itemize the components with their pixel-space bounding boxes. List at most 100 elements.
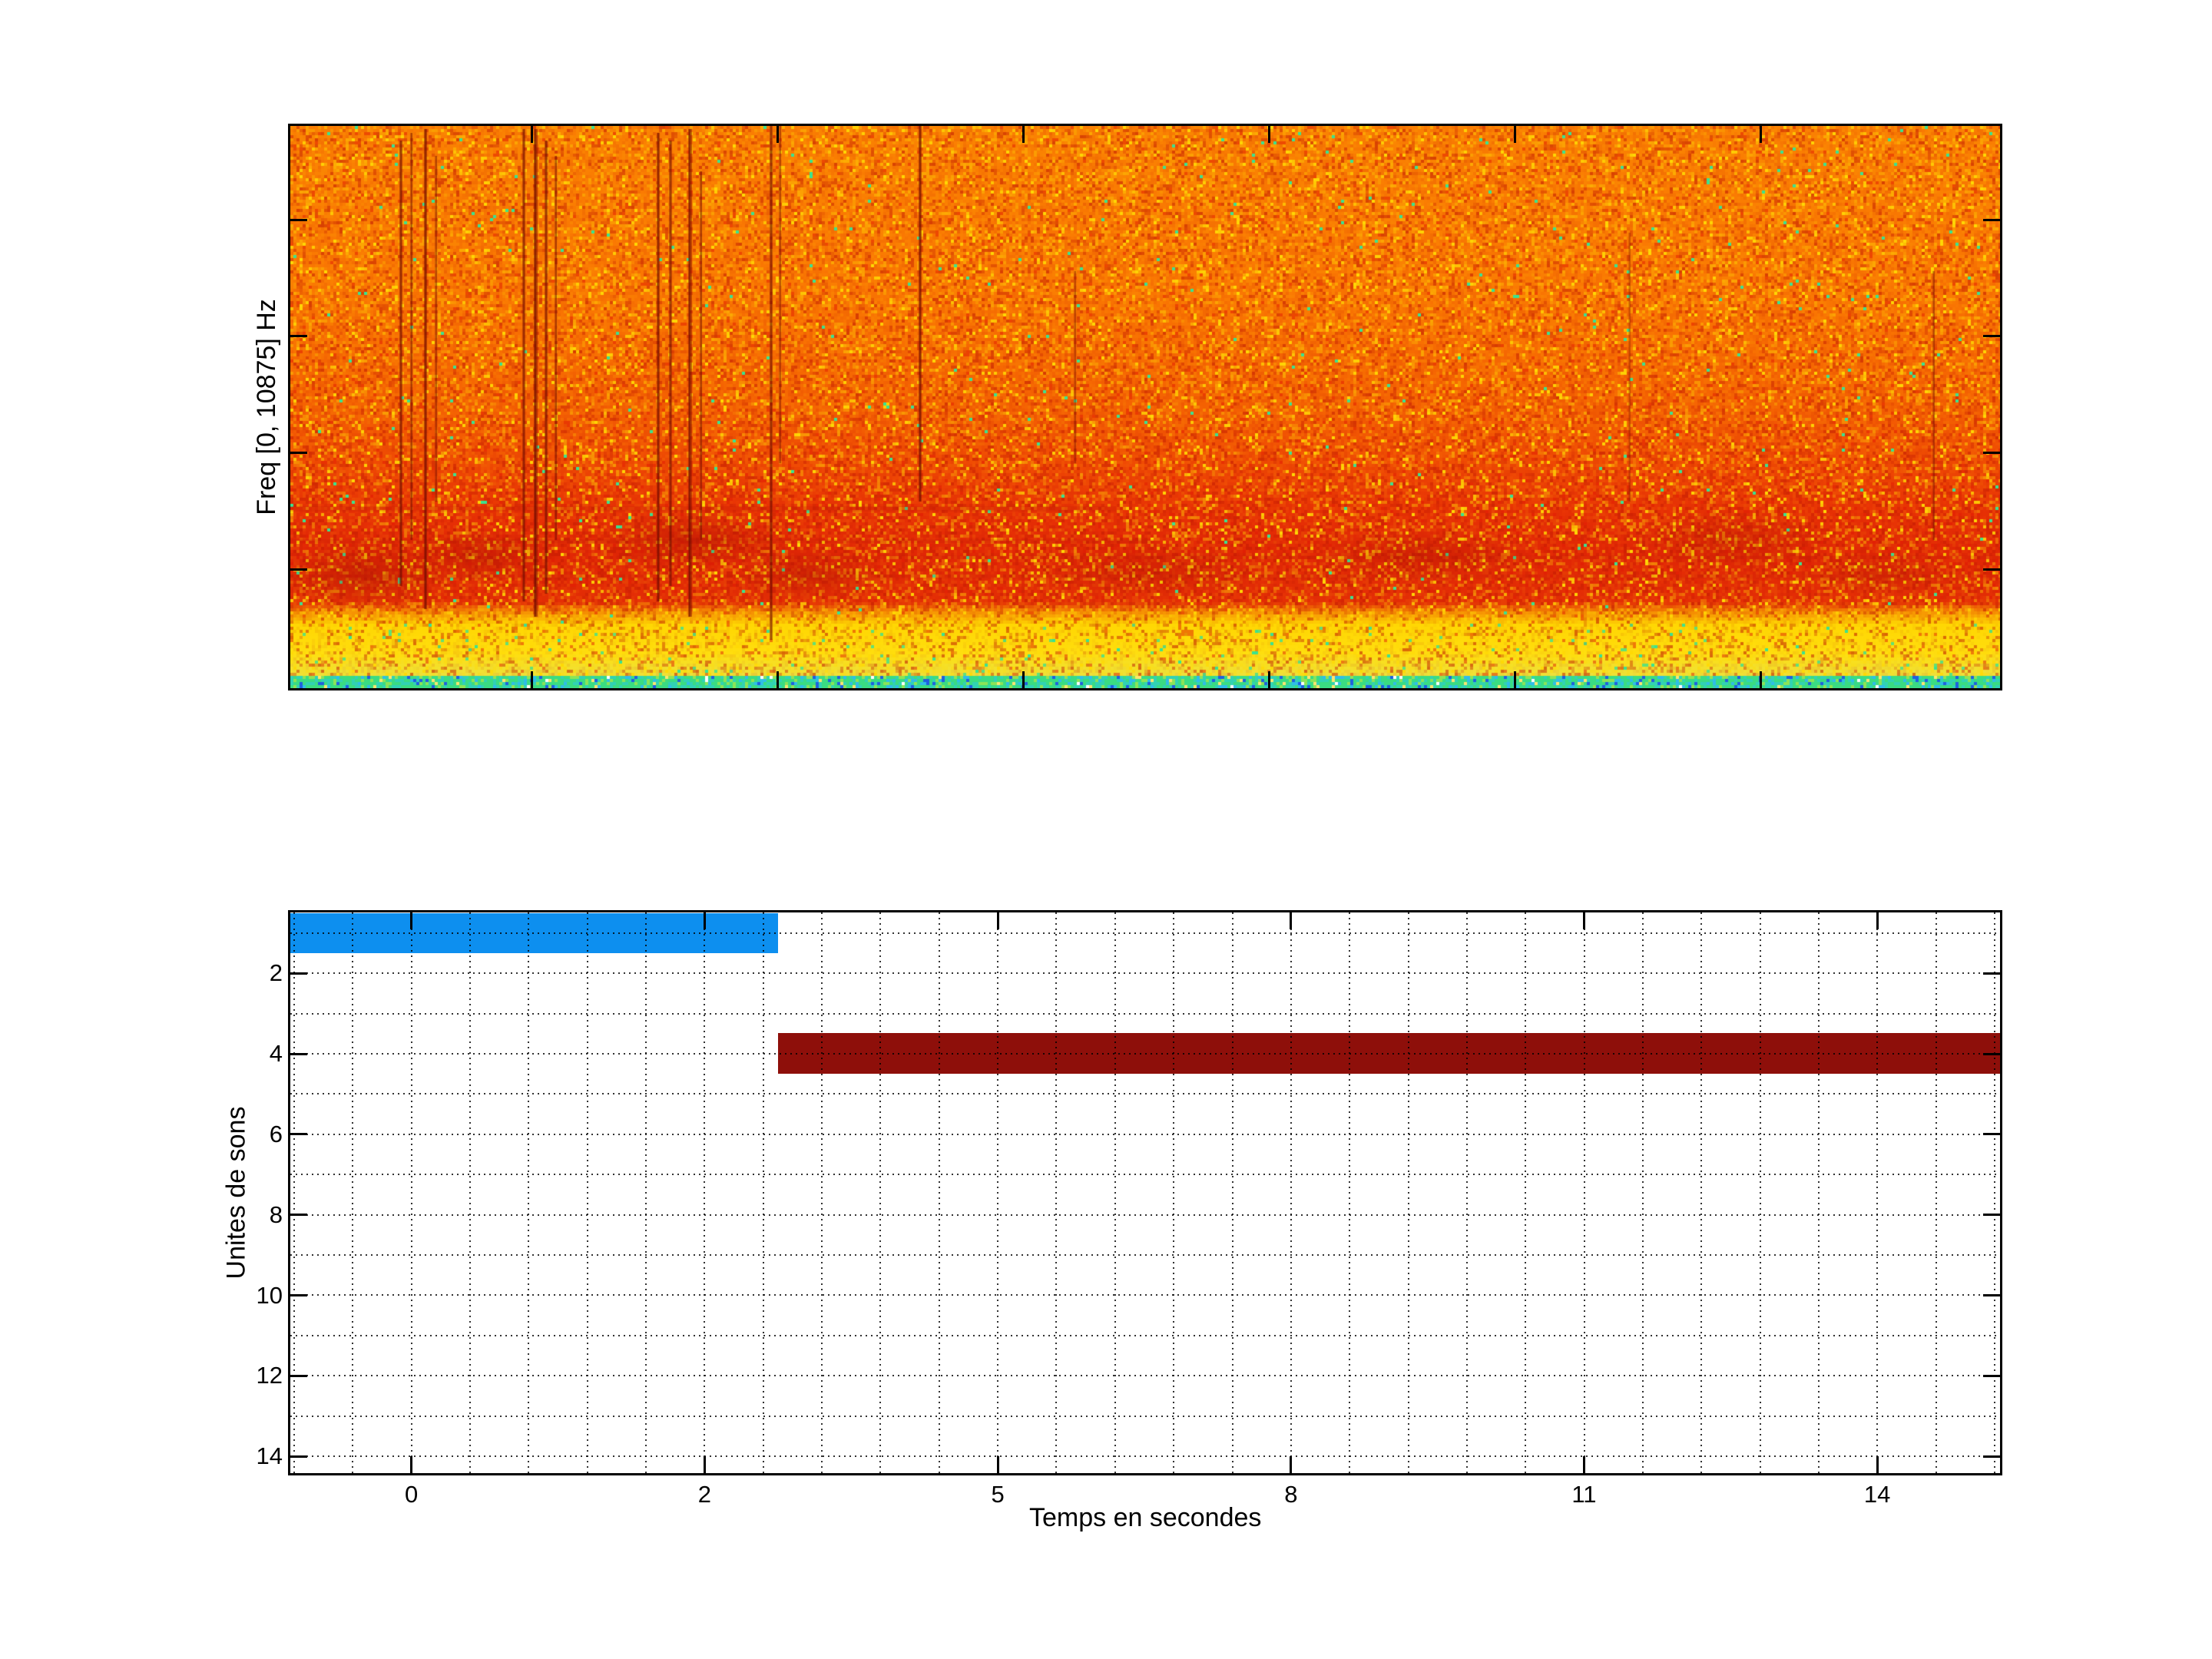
y-tick-label: 4 [269, 1040, 283, 1068]
vertical-gridline [1465, 912, 1468, 1473]
x-tick-mark [1290, 1456, 1293, 1473]
x-tick-mark [1514, 126, 1517, 143]
vertical-gridline [1641, 912, 1644, 1473]
vertical-gridline [1173, 912, 1175, 1473]
vertical-gridline [469, 912, 471, 1473]
x-tick-mark [1290, 912, 1293, 929]
vertical-gridline [1818, 912, 1820, 1473]
horizontal-gridline [290, 1174, 2000, 1176]
y-tick-label: 14 [256, 1442, 283, 1470]
horizontal-gridline [290, 1214, 2000, 1216]
x-tick-mark [1760, 671, 1763, 688]
vertical-gridline [293, 912, 295, 1473]
horizontal-gridline [290, 1093, 2000, 1095]
x-tick-mark [703, 912, 706, 929]
y-tick-label: 10 [256, 1281, 283, 1309]
y-tick-mark [1983, 972, 2000, 975]
y-tick-mark [290, 335, 307, 338]
y-tick-label: 6 [269, 1120, 283, 1147]
vertical-gridline [1290, 912, 1292, 1473]
y-tick-mark [290, 452, 307, 454]
vertical-gridline [1935, 912, 1937, 1473]
matlab-figure: Freq [0, 10875] Hz Unites de sons Temps … [0, 0, 2212, 1659]
x-tick-label: 14 [1863, 1481, 1891, 1508]
x-tick-mark [776, 126, 779, 143]
y-tick-mark [1983, 218, 2000, 221]
x-tick-mark [530, 671, 533, 688]
y-tick-mark [1983, 1374, 2000, 1377]
x-tick-mark [776, 671, 779, 688]
y-tick-mark [1983, 1052, 2000, 1055]
vertical-gridline [1994, 912, 1996, 1473]
horizontal-gridline [290, 1375, 2000, 1377]
x-tick-mark [1760, 126, 1763, 143]
y-tick-mark [290, 1214, 307, 1217]
vertical-gridline [1876, 912, 1879, 1473]
x-tick-mark [1514, 671, 1517, 688]
x-tick-mark [410, 1456, 413, 1473]
y-tick-mark [290, 972, 307, 975]
y-tick-mark [290, 568, 307, 571]
horizontal-gridline [290, 1052, 2000, 1055]
horizontal-gridline [290, 1294, 2000, 1296]
vertical-gridline [762, 912, 764, 1473]
horizontal-gridline [290, 1012, 2000, 1015]
vertical-gridline [1407, 912, 1409, 1473]
x-tick-mark [1022, 126, 1025, 143]
vertical-gridline [1349, 912, 1351, 1473]
y-tick-mark [1983, 1133, 2000, 1136]
vertical-gridline [645, 912, 647, 1473]
horizontal-gridline [290, 1334, 2000, 1336]
horizontal-gridline [290, 1133, 2000, 1135]
vertical-gridline [1759, 912, 1761, 1473]
sound-units-axes [288, 910, 2002, 1475]
x-tick-label: 5 [991, 1481, 1005, 1508]
y-tick-mark [1983, 1214, 2000, 1217]
x-tick-mark [1876, 912, 1879, 929]
y-tick-mark [1983, 452, 2000, 454]
vertical-gridline [586, 912, 588, 1473]
y-tick-mark [1983, 568, 2000, 571]
y-tick-mark [1983, 1455, 2000, 1458]
horizontal-gridline [290, 1254, 2000, 1257]
x-tick-mark [1876, 1456, 1879, 1473]
y-tick-label: 2 [269, 959, 283, 987]
y-tick-mark [290, 1374, 307, 1377]
vertical-gridline [1700, 912, 1703, 1473]
y-tick-label: 12 [256, 1362, 283, 1389]
y-tick-mark [290, 1455, 307, 1458]
x-tick-mark [530, 126, 533, 143]
vertical-gridline [879, 912, 882, 1473]
x-tick-mark [703, 1456, 706, 1473]
x-tick-mark [410, 912, 413, 929]
horizontal-gridline [290, 972, 2000, 975]
spectrogram-axes [288, 124, 2002, 690]
y-tick-mark [290, 218, 307, 221]
x-tick-label: 11 [1571, 1481, 1597, 1508]
x-tick-mark [996, 1456, 999, 1473]
horizontal-gridline [290, 1415, 2000, 1417]
x-tick-mark [1268, 671, 1271, 688]
vertical-gridline [528, 912, 530, 1473]
vertical-gridline [997, 912, 999, 1473]
y-tick-mark [290, 1052, 307, 1055]
vertical-gridline [1583, 912, 1585, 1473]
vertical-gridline [1525, 912, 1527, 1473]
x-tick-mark [1268, 126, 1271, 143]
y-tick-mark [1983, 1294, 2000, 1297]
horizontal-gridline [290, 1455, 2000, 1458]
vertical-gridline [410, 912, 412, 1473]
x-tick-mark [1582, 912, 1585, 929]
x-tick-label: 0 [404, 1481, 419, 1508]
top-y-axis-label: Freq [0, 10875] Hz [251, 299, 281, 515]
x-tick-label: 8 [1284, 1481, 1298, 1508]
x-tick-mark [1022, 671, 1025, 688]
y-tick-label: 8 [269, 1200, 283, 1228]
x-tick-label: 2 [697, 1481, 711, 1508]
vertical-gridline [1055, 912, 1058, 1473]
vertical-gridline [704, 912, 706, 1473]
y-tick-mark [290, 1294, 307, 1297]
bottom-x-axis-label: Temps en secondes [1029, 1503, 1262, 1532]
vertical-gridline [938, 912, 940, 1473]
vertical-gridline [1114, 912, 1116, 1473]
